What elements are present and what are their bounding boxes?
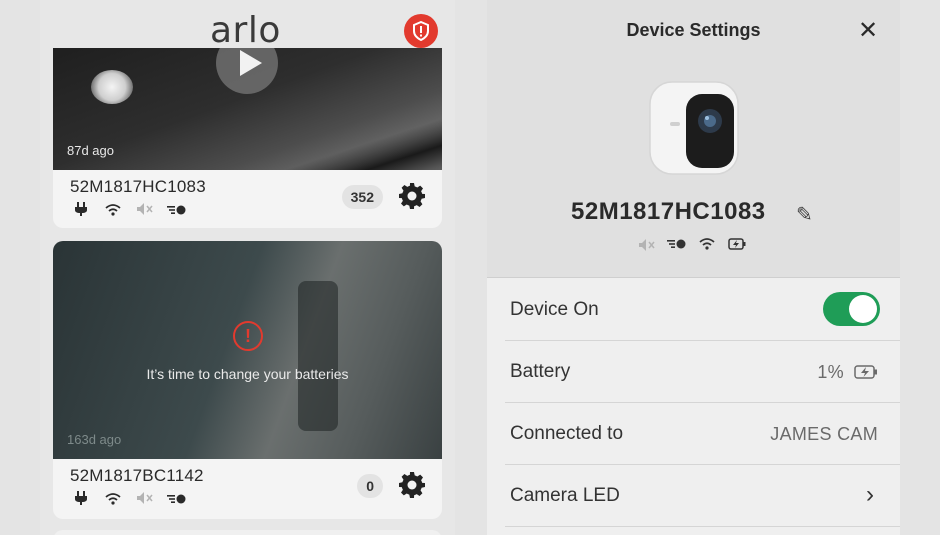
- battery-charging-icon: [854, 365, 877, 379]
- battery-value: 1%: [817, 362, 844, 382]
- chevron-right-icon[interactable]: ›: [866, 481, 874, 509]
- power-plug-icon: [71, 491, 91, 508]
- pencil-edit-icon[interactable]: ✎: [796, 202, 813, 227]
- speaker-muted-icon: [637, 238, 657, 255]
- signal-dot-icon: [167, 203, 187, 219]
- clip-count-badge[interactable]: 352: [341, 185, 383, 209]
- last-seen-label: 87d ago: [67, 143, 114, 158]
- panel-title: Device Settings: [626, 20, 761, 40]
- wifi-icon: [103, 492, 123, 508]
- device-status-icons: [637, 238, 747, 255]
- device-name: 52M1817HC1083: [571, 198, 766, 225]
- arlo-logo: arlo: [210, 10, 281, 51]
- battery-row: Battery 1%: [505, 341, 900, 403]
- clip-count-badge[interactable]: 0: [357, 474, 383, 498]
- signal-dot-icon: [667, 238, 687, 255]
- light-glow: [91, 70, 133, 104]
- battery-warning-message: It’s time to change your batteries: [146, 366, 349, 382]
- device-on-row[interactable]: Device On: [505, 279, 900, 341]
- camera-card[interactable]: ! It’s time to change your batteries 163…: [53, 241, 442, 519]
- signal-dot-icon: [167, 492, 187, 508]
- camera-list-panel: arlo 87d ago 52M1817HC1083 352 ! It’s ti…: [40, 0, 455, 535]
- device-on-label: Device On: [510, 299, 599, 320]
- pole-shape: [298, 281, 338, 431]
- camera-card[interactable]: 87d ago 52M1817HC1083 352: [53, 48, 442, 228]
- speaker-muted-icon: [135, 491, 155, 508]
- camera-device-image: [649, 81, 739, 175]
- camera-thumbnail[interactable]: 87d ago: [53, 48, 442, 170]
- camera-card-partial[interactable]: [53, 530, 442, 535]
- speaker-muted-icon: [135, 202, 155, 219]
- device-settings-panel: Device Settings ✕ 52M1817HC1083 ✎ Device…: [487, 0, 900, 535]
- battery-label: Battery: [510, 361, 571, 382]
- camera-name: 52M1817HC1083: [70, 177, 206, 196]
- battery-charging-icon: [727, 238, 747, 255]
- alert-shield-button[interactable]: [404, 14, 438, 48]
- connected-to-value: JAMES CAM: [770, 424, 878, 444]
- camera-card-footer: 52M1817BC1142 0: [53, 459, 442, 517]
- power-plug-icon: [71, 202, 91, 219]
- connected-to-label: Connected to: [510, 423, 624, 444]
- play-icon[interactable]: [216, 48, 278, 94]
- device-summary: Device Settings ✕ 52M1817HC1083 ✎: [487, 0, 900, 278]
- camera-led-row[interactable]: Camera LED ›: [505, 465, 900, 527]
- camera-thumbnail[interactable]: ! It’s time to change your batteries 163…: [53, 241, 442, 459]
- road-shape: [277, 88, 442, 170]
- last-seen-label: 163d ago: [67, 432, 122, 447]
- connected-to-row: Connected to JAMES CAM: [505, 403, 900, 465]
- warning-icon: !: [233, 321, 263, 351]
- camera-name: 52M1817BC1142: [70, 466, 204, 485]
- device-on-toggle[interactable]: [823, 292, 880, 326]
- shield-alert-icon: [413, 21, 429, 41]
- wifi-icon: [103, 203, 123, 219]
- close-icon[interactable]: ✕: [858, 19, 878, 43]
- camera-status-icons: [71, 202, 187, 219]
- gear-icon[interactable]: [398, 182, 426, 210]
- wifi-icon: [697, 238, 717, 255]
- gear-icon[interactable]: [398, 471, 426, 499]
- camera-card-footer: 52M1817HC1083 352: [53, 170, 442, 228]
- camera-status-icons: [71, 491, 187, 508]
- camera-led-label: Camera LED: [510, 485, 620, 506]
